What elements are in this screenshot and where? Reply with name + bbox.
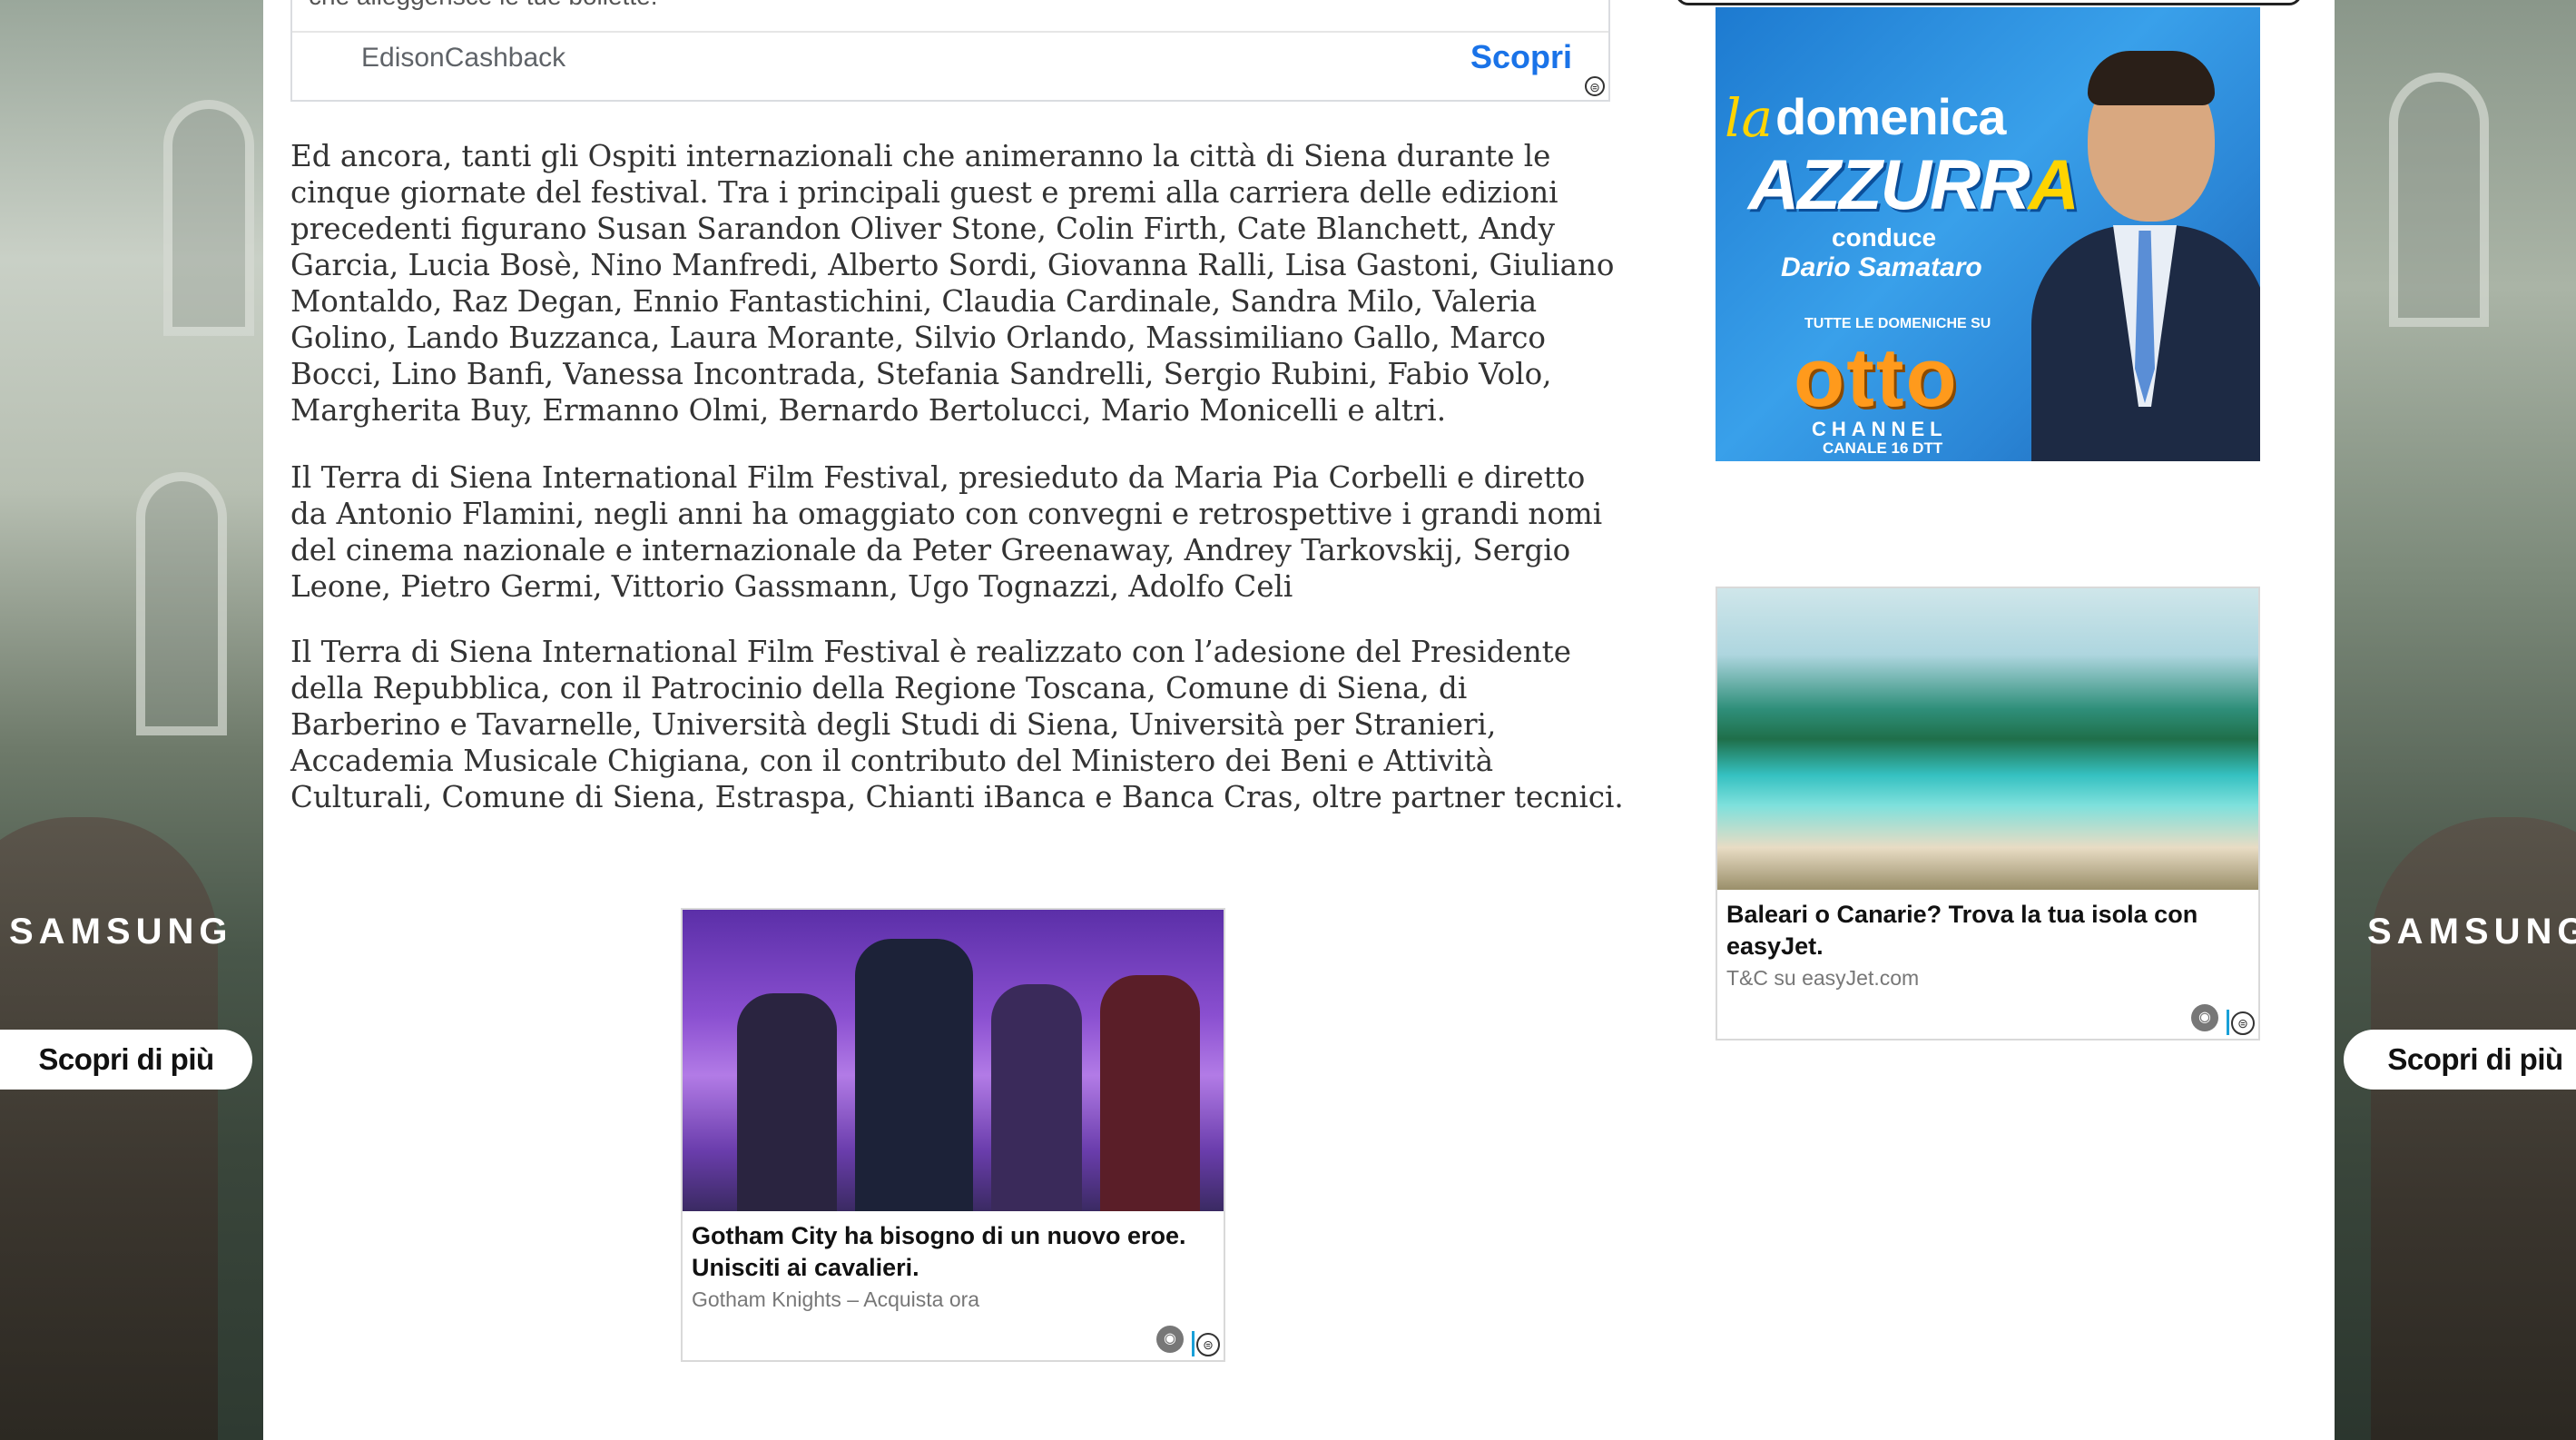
banner-domenica: domenica bbox=[1775, 88, 2006, 145]
privacy-icon[interactable]: ◉ bbox=[1156, 1326, 1184, 1353]
edison-ad[interactable]: che alleggerisce le tue bollette. Edison… bbox=[290, 0, 1610, 102]
azzurra-last-letter: A bbox=[2028, 144, 2079, 224]
adchoices-icon[interactable]: ⊜ bbox=[2231, 1011, 2255, 1035]
ad-cta-link[interactable]: Scopri bbox=[1470, 38, 1572, 76]
paragraph-text: Ed ancora, tanti gli Ospiti internaziona… bbox=[290, 139, 1615, 428]
article-paragraph: Ed ancora, tanti gli Ospiti internaziona… bbox=[290, 138, 1625, 429]
azzurra-text: AZZURR bbox=[1748, 144, 2030, 224]
host-hair bbox=[2088, 51, 2215, 105]
banner-frame bbox=[1676, 0, 2302, 5]
article-paragraph: Il Terra di Siena International Film Fes… bbox=[290, 459, 1625, 605]
banner-conduce: conduce bbox=[1832, 223, 1937, 252]
page-content: che alleggerisce le tue bollette. Edison… bbox=[263, 0, 2335, 1440]
otto-logo: otto bbox=[1794, 331, 1959, 424]
privacy-icon[interactable]: ◉ bbox=[2191, 1004, 2218, 1031]
article-paragraph: Il Terra di Siena International Film Fes… bbox=[290, 634, 1625, 815]
adchoices-divider bbox=[2227, 1010, 2229, 1035]
samsung-logo: SAMSUNG bbox=[9, 912, 233, 952]
skin-ad-right[interactable]: SAMSUNG Scopri di più bbox=[2335, 0, 2576, 1440]
adchoices-icon[interactable]: ⊜ bbox=[1196, 1333, 1220, 1356]
divider bbox=[292, 31, 1608, 33]
banner-channel: CHANNEL bbox=[1812, 418, 1948, 440]
samsung-logo: SAMSUNG bbox=[2367, 912, 2576, 952]
banner-azzurra: AZZURRA bbox=[1748, 143, 2079, 226]
banner-host-name: Dario Samataro bbox=[1781, 252, 1982, 282]
hero-figure bbox=[991, 984, 1082, 1211]
ad-source: T&C su easyJet.com bbox=[1726, 966, 1920, 990]
ad-source: Gotham Knights – Acquista ora bbox=[692, 1287, 980, 1311]
skin-figure bbox=[2371, 817, 2576, 1440]
adchoices-icon[interactable]: ⊜ bbox=[1585, 76, 1605, 96]
hero-figure bbox=[737, 993, 837, 1211]
ad-advertiser: EdisonCashback bbox=[361, 43, 566, 73]
ad-image[interactable] bbox=[1717, 588, 2258, 890]
skin-cta-button[interactable]: Scopri di più bbox=[2344, 1030, 2576, 1090]
building-window bbox=[2389, 73, 2489, 327]
ad-image[interactable] bbox=[683, 910, 1224, 1211]
building-window bbox=[163, 100, 254, 336]
easyjet-ad[interactable]: Baleari o Canarie? Trova la tua isola co… bbox=[1716, 587, 2260, 1041]
building-window bbox=[136, 472, 227, 735]
skin-ad-left[interactable]: SAMSUNG Scopri di più bbox=[0, 0, 263, 1440]
ad-headline[interactable]: Gotham City ha bisogno di un nuovo eroe.… bbox=[692, 1220, 1214, 1284]
banner-canale: CANALE 16 DTT bbox=[1823, 439, 1943, 457]
hero-figure bbox=[1100, 975, 1200, 1211]
paragraph-text: Il Terra di Siena International Film Fes… bbox=[290, 460, 1603, 604]
banner-la: la bbox=[1725, 87, 1774, 149]
skin-cta-button[interactable]: Scopri di più bbox=[0, 1030, 252, 1090]
paragraph-text: Il Terra di Siena International Film Fes… bbox=[290, 635, 1624, 814]
ad-text: che alleggerisce le tue bollette. bbox=[309, 0, 657, 11]
gotham-knights-ad[interactable]: Gotham City ha bisogno di un nuovo eroe.… bbox=[681, 908, 1225, 1362]
adchoices-divider bbox=[1192, 1331, 1195, 1356]
ad-headline[interactable]: Baleari o Canarie? Trova la tua isola co… bbox=[1726, 899, 2249, 962]
domenica-azzurra-banner[interactable]: la domenica AZZURRA conduce Dario Samata… bbox=[1716, 7, 2260, 461]
skin-figure bbox=[0, 817, 218, 1440]
hero-figure bbox=[855, 939, 973, 1211]
